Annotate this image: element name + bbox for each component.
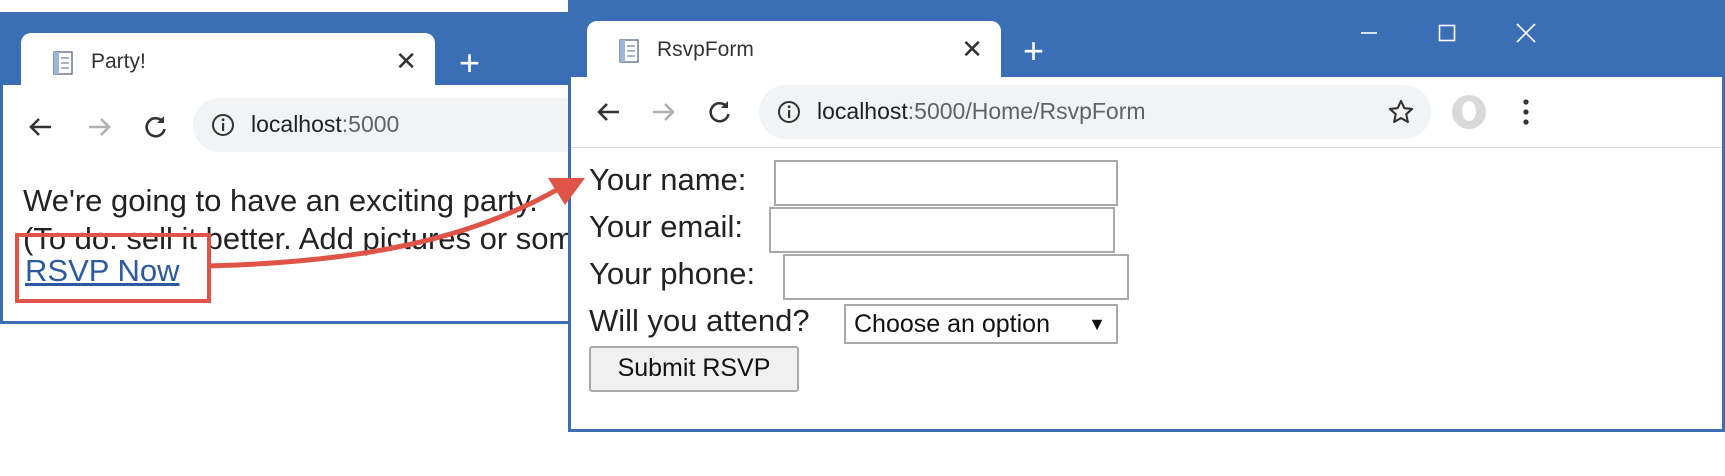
info-icon[interactable] bbox=[777, 100, 801, 124]
arrow-left-icon[interactable] bbox=[589, 92, 629, 132]
page-content: Your name: Your email: Your phone: Will … bbox=[571, 148, 1722, 429]
name-input[interactable] bbox=[774, 160, 1118, 206]
arrow-left-icon[interactable] bbox=[21, 107, 61, 147]
browser-window-rsvp-form: RsvpForm ✕ + localhost:5000/Home/RsvpFor… bbox=[568, 0, 1725, 432]
url-text: localhost:5000 bbox=[251, 111, 400, 137]
toolbar: localhost:5000/Home/RsvpForm bbox=[571, 77, 1722, 148]
name-label: Your name: bbox=[589, 162, 747, 197]
avatar-icon[interactable] bbox=[1451, 94, 1487, 130]
info-icon[interactable] bbox=[211, 113, 235, 137]
tab-party[interactable]: Party! ✕ bbox=[21, 33, 435, 91]
tab-rsvpform[interactable]: RsvpForm ✕ bbox=[587, 21, 1001, 79]
phone-label: Your phone: bbox=[589, 256, 756, 291]
document-icon bbox=[619, 39, 639, 63]
submit-rsvp-button[interactable]: Submit RSVP bbox=[589, 346, 799, 392]
title-bar: Party! ✕ + bbox=[3, 15, 637, 91]
title-bar: RsvpForm ✕ + bbox=[571, 3, 1722, 79]
close-icon[interactable]: ✕ bbox=[395, 45, 417, 77]
reload-icon[interactable] bbox=[135, 107, 175, 147]
plus-icon[interactable]: + bbox=[459, 43, 480, 83]
close-window-icon[interactable] bbox=[1515, 22, 1537, 44]
attend-select[interactable]: Choose an option ▼ bbox=[844, 304, 1118, 344]
highlight-box bbox=[15, 233, 211, 303]
address-bar[interactable]: localhost:5000/Home/RsvpForm bbox=[759, 85, 1431, 139]
email-input[interactable] bbox=[769, 207, 1115, 253]
email-label: Your email: bbox=[589, 209, 743, 244]
arrow-right-icon[interactable] bbox=[643, 92, 683, 132]
tab-title: RsvpForm bbox=[657, 38, 754, 61]
dropdown-triangle-icon: ▼ bbox=[1088, 314, 1106, 334]
star-icon[interactable] bbox=[1387, 98, 1415, 126]
phone-input[interactable] bbox=[783, 254, 1129, 300]
plus-icon[interactable]: + bbox=[1023, 31, 1044, 71]
maximize-icon[interactable] bbox=[1437, 23, 1457, 43]
browser-window-party: Party! ✕ + localhost:5000 We're going to… bbox=[0, 12, 640, 324]
attend-selected-value: Choose an option bbox=[854, 310, 1050, 338]
tab-title: Party! bbox=[91, 50, 146, 73]
reload-icon[interactable] bbox=[699, 92, 739, 132]
attend-label: Will you attend? bbox=[589, 303, 810, 338]
document-icon bbox=[53, 51, 73, 75]
minimize-icon[interactable] bbox=[1359, 23, 1379, 43]
kebab-menu-icon[interactable] bbox=[1521, 97, 1531, 127]
url-text: localhost:5000/Home/RsvpForm bbox=[817, 98, 1146, 124]
intro-text: We're going to have an exciting party. bbox=[23, 183, 538, 218]
arrow-right-icon[interactable] bbox=[79, 107, 119, 147]
close-icon[interactable]: ✕ bbox=[961, 33, 983, 65]
toolbar: localhost:5000 bbox=[3, 85, 637, 166]
